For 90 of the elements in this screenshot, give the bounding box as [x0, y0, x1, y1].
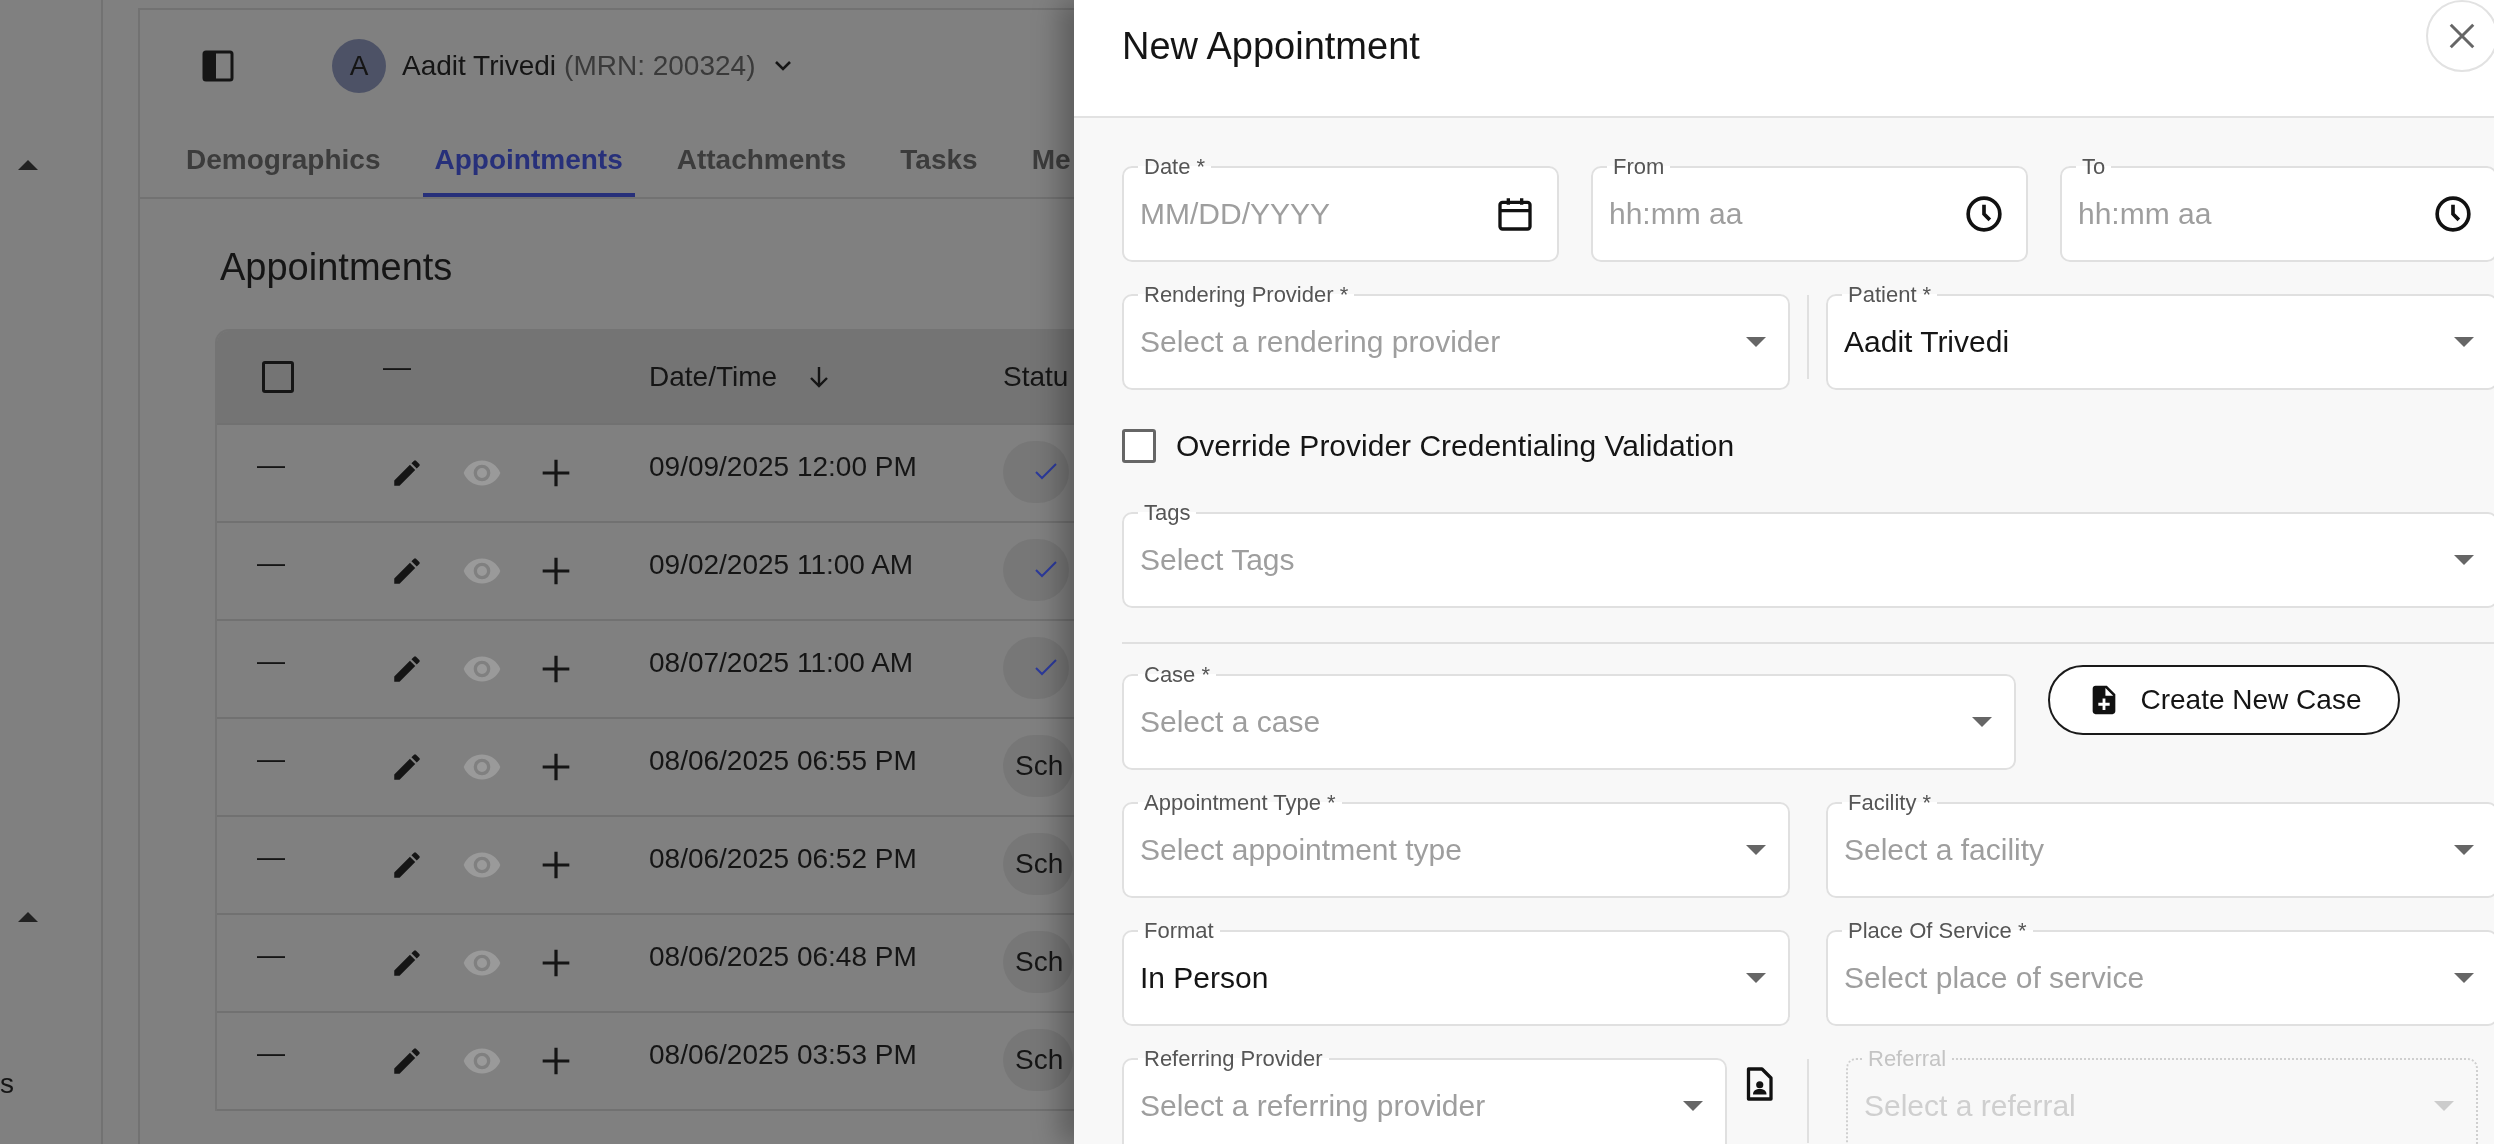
row-marker: — — [256, 644, 286, 677]
plus-icon[interactable] — [540, 457, 572, 489]
field-input[interactable]: Select place of service — [1842, 961, 2442, 995]
dropdown-arrow-icon[interactable] — [2454, 973, 2474, 983]
plus-icon[interactable] — [540, 849, 572, 881]
dropdown-arrow-icon[interactable] — [2454, 845, 2474, 855]
dropdown-arrow-icon[interactable] — [2454, 337, 2474, 347]
table-cell-text: 08/06/2025 06:55 PM — [649, 744, 918, 777]
close-icon — [2447, 21, 2477, 51]
field-label: Tags — [1143, 502, 1192, 524]
field-label: Date * — [1143, 156, 1207, 178]
table-cell-text: 09/02/2025 11:00 AM — [649, 548, 915, 581]
status-badge: Sch — [1003, 735, 1074, 797]
select-field[interactable]: Appointment Type * Select appointment type — [1122, 792, 1790, 898]
status-badge: Sch — [1003, 1029, 1074, 1091]
field-input[interactable]: Select a rendering provider — [1138, 325, 1734, 359]
row-marker: — — [256, 840, 286, 873]
date-field[interactable]: Date * MM/DD/YYYY — [1122, 156, 1559, 262]
clock-icon[interactable] — [2433, 194, 2473, 234]
row-marker: — — [256, 448, 286, 481]
field-input[interactable]: hh:mm aa — [1607, 197, 1952, 231]
field-input[interactable]: Aadit Trivedi — [1842, 325, 2442, 359]
clock-icon[interactable] — [1964, 194, 2004, 234]
table-cell-text: 08/06/2025 06:48 PM — [649, 940, 918, 973]
avatar: A — [332, 39, 386, 93]
plus-icon[interactable] — [540, 1045, 572, 1077]
checkbox[interactable] — [262, 361, 294, 393]
field-label: Patient * — [1847, 284, 1933, 306]
field-label: Case * — [1143, 664, 1212, 686]
table-cell-text: 08/07/2025 11:00 AM — [649, 646, 915, 679]
sidebar-label[interactable]: s — [0, 1068, 14, 1100]
create-case-button[interactable]: Create New Case — [2048, 665, 2400, 735]
status-badge: Sch — [1003, 833, 1074, 895]
checkbox[interactable] — [1122, 429, 1156, 463]
dropdown-arrow-icon[interactable] — [1746, 973, 1766, 983]
field-label: Place Of Service * — [1847, 920, 2028, 942]
field-input[interactable]: Select appointment type — [1138, 833, 1734, 867]
plus-icon[interactable] — [540, 653, 572, 685]
select-field[interactable]: Facility * Select a facility — [1826, 792, 2494, 898]
select-field[interactable]: Rendering Provider * Select a rendering provider — [1122, 284, 1790, 390]
status-badge: Sch — [1003, 931, 1074, 993]
field-input[interactable]: Select a case — [1138, 705, 1960, 739]
patient-mrn: (MRN: 200324) — [564, 50, 756, 82]
row-marker: — — [256, 938, 286, 971]
field-label: Rendering Provider * — [1143, 284, 1350, 306]
plus-icon[interactable] — [540, 555, 572, 587]
field-input[interactable]: MM/DD/YYYY — [1138, 197, 1483, 231]
field-input[interactable]: hh:mm aa — [2076, 197, 2421, 231]
drawer-title: New Appointment — [1122, 24, 1421, 68]
row-marker: — — [256, 546, 286, 579]
dropdown-arrow-icon[interactable] — [1746, 845, 1766, 855]
field-label: To — [2081, 156, 2107, 178]
table-cell-text: 09/09/2025 12:00 PM — [649, 450, 918, 483]
checkbox-label[interactable]: Override Provider Credentialing Validation — [1176, 429, 1735, 463]
column-header: Statu — [1002, 361, 1070, 393]
select-field[interactable]: Tags Select Tags — [1122, 502, 2494, 608]
table-cell-text: 08/06/2025 03:53 PM — [649, 1038, 918, 1071]
field-label: Format — [1143, 920, 1215, 942]
section-title: Appointments — [220, 245, 454, 289]
select-field[interactable]: Format In Person — [1122, 920, 1790, 1026]
time-field[interactable]: To hh:mm aa — [2060, 156, 2494, 262]
field-input[interactable]: Select a facility — [1842, 833, 2442, 867]
select-field[interactable]: Patient * Aadit Trivedi — [1826, 284, 2494, 390]
caret-up-icon[interactable] — [18, 160, 38, 170]
dropdown-arrow-icon[interactable] — [1746, 337, 1766, 347]
field-label: From — [1612, 156, 1666, 178]
dropdown-arrow-icon[interactable] — [2454, 555, 2474, 565]
column-header: — — [382, 351, 412, 384]
field-label: Facility * — [1847, 792, 1933, 814]
field-label: Appointment Type * — [1143, 792, 1337, 814]
column-header[interactable]: Date/Time — [649, 361, 778, 393]
patient-name[interactable]: Aadit Trivedi — [402, 50, 557, 82]
row-marker: — — [256, 1036, 286, 1069]
time-field[interactable]: From hh:mm aa — [1591, 156, 2028, 262]
field-input[interactable]: Select a referring provider — [1138, 1089, 1671, 1123]
field-label: Referring Provider — [1143, 1048, 1324, 1070]
row-marker: — — [256, 742, 286, 775]
select-field[interactable]: Case * Select a case — [1122, 664, 2016, 770]
plus-icon[interactable] — [540, 947, 572, 979]
select-field[interactable]: Place Of Service * Select place of service — [1826, 920, 2494, 1026]
field-input[interactable]: Select Tags — [1138, 543, 2442, 577]
caret-up-icon[interactable] — [18, 912, 38, 922]
dropdown-arrow-icon — [2434, 1101, 2454, 1111]
plus-icon[interactable] — [540, 751, 572, 783]
dropdown-arrow-icon[interactable] — [1972, 717, 1992, 727]
dropdown-arrow-icon[interactable] — [1683, 1101, 1703, 1111]
table-cell-text: 08/06/2025 06:52 PM — [649, 842, 918, 875]
field-input[interactable]: In Person — [1138, 961, 1734, 995]
select-field[interactable]: Referring Provider Select a referring provider — [1122, 1048, 1727, 1144]
panel-toggle-icon[interactable] — [202, 50, 234, 82]
